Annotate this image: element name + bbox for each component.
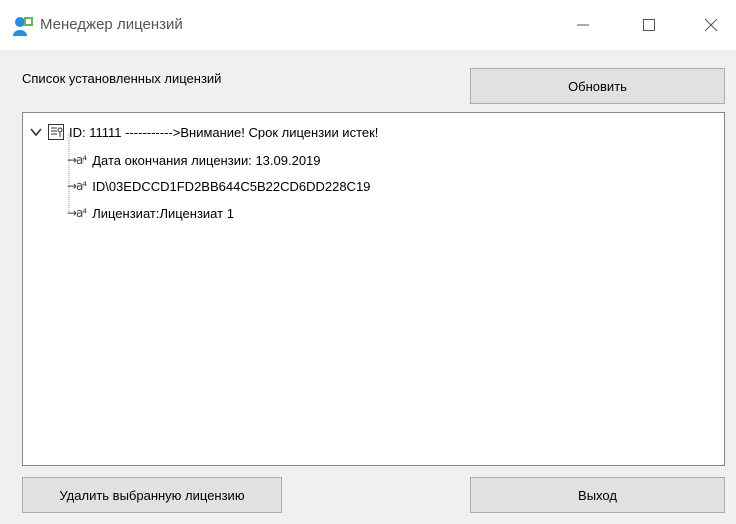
tree-node-label: ID: 11111 ----------->Внимание! Срок лиц… [69, 124, 379, 140]
license-manager-window: Менеджер лицензий Список установленных л… [0, 0, 736, 524]
string-value-icon: →a⁴ [67, 206, 87, 220]
tree-node-label: Дата окончания лицензии: 13.09.2019 [92, 152, 321, 168]
tree-node-label: Лицензиат:Лицензиат 1 [92, 205, 234, 221]
tree-node-label: ID\03EDCCD1FD2BB644C5B22CD6DD228C19 [92, 178, 371, 194]
exit-button[interactable]: Выход [470, 477, 725, 513]
refresh-button[interactable]: Обновить [470, 68, 725, 104]
license-tree[interactable]: ID: 11111 ----------->Внимание! Срок лиц… [22, 112, 725, 466]
license-document-icon [48, 124, 64, 140]
window-title: Менеджер лицензий [40, 16, 183, 33]
chevron-down-icon[interactable] [29, 125, 43, 139]
license-list-label: Список установленных лицензий [22, 71, 222, 86]
minimize-button[interactable] [560, 0, 606, 50]
delete-license-button[interactable]: Удалить выбранную лицензию [22, 477, 282, 513]
user-key-icon [13, 17, 33, 36]
title-bar[interactable]: Менеджер лицензий [0, 0, 736, 50]
maximize-button[interactable] [626, 0, 672, 50]
minimize-icon [577, 24, 589, 26]
close-icon [704, 18, 718, 32]
string-value-icon: →a⁴ [67, 153, 87, 167]
maximize-icon [643, 19, 655, 31]
tree-node-license-id[interactable]: →a⁴ ID\03EDCCD1FD2BB644C5B22CD6DD228C19 [67, 175, 370, 197]
string-value-icon: →a⁴ [67, 179, 87, 193]
tree-node-expiry-date[interactable]: →a⁴ Дата окончания лицензии: 13.09.2019 [67, 149, 321, 171]
close-button[interactable] [688, 0, 734, 50]
tree-node-license[interactable]: ID: 11111 ----------->Внимание! Срок лиц… [29, 121, 378, 143]
tree-node-licensee[interactable]: →a⁴ Лицензиат:Лицензиат 1 [67, 202, 234, 224]
